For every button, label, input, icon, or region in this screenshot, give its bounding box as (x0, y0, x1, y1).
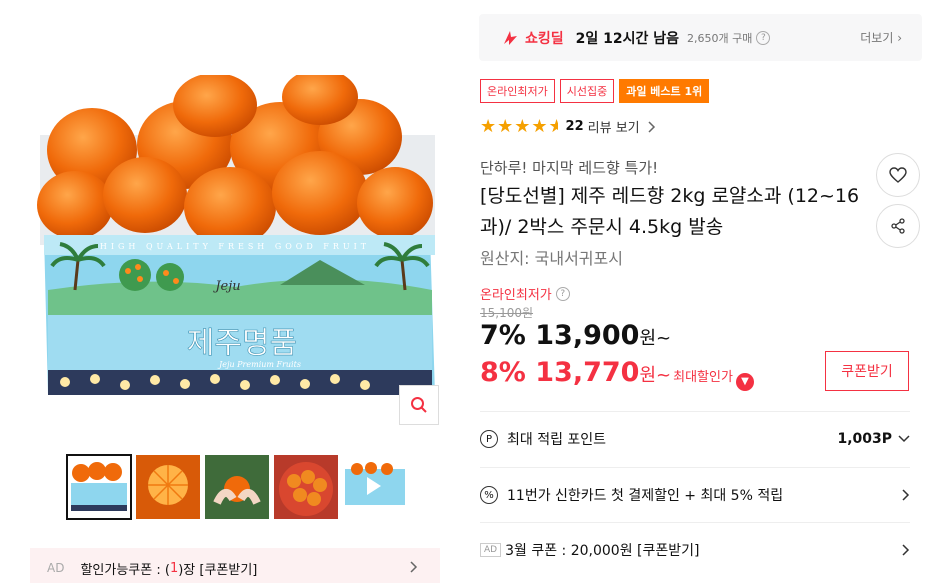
svg-text:Jeju Premium Fruits: Jeju Premium Fruits (217, 360, 301, 369)
sale-price: 7% 13,900원~ (480, 320, 671, 351)
more-link[interactable]: 더보기 › (860, 29, 902, 46)
share-button[interactable] (876, 204, 920, 248)
points-value: 1,003P (837, 431, 892, 447)
chevron-right-icon (902, 544, 910, 556)
svg-text:제주명품: 제주명품 (187, 326, 297, 361)
chevron-right-icon (902, 489, 910, 501)
review-count: 22 (565, 119, 584, 134)
thumbnail-4[interactable] (274, 455, 338, 519)
chevron-right-icon (648, 120, 655, 133)
buy-count: 2,650개 구매 (687, 31, 753, 45)
card-discount-label: 11번가 신한카드 첫 결제할인 + 최대 5% 적립 (507, 488, 784, 504)
svg-text:HIGH QUALITY FRESH GOOD FRUIT: HIGH QUALITY FRESH GOOD FRUIT (100, 242, 370, 251)
badge-fruit-best: 과일 베스트 1위 (619, 79, 710, 103)
coupon-prefix: 할인가능쿠폰 : ( (80, 562, 170, 578)
thumbnail-video[interactable] (343, 455, 407, 519)
coupon-button[interactable]: 쿠폰받기 (825, 351, 909, 391)
thumbnail-1[interactable] (66, 454, 132, 520)
chevron-down-icon (898, 435, 910, 443)
max-discount-label: 최대할인가 (673, 370, 733, 385)
thumbnail-2[interactable] (136, 455, 200, 519)
won-suffix: 원~ (639, 365, 672, 386)
badge-lowest-price: 온라인최저가 (480, 79, 555, 103)
ad-label: AD (47, 561, 65, 575)
shocking-deal-bar[interactable]: 쇼킹딜 2일 12시간 남음 2,650개 구매 ? 더보기 › (479, 14, 922, 61)
coupon-suffix: )장 [쿠폰받기] (178, 562, 258, 578)
more-label: 더보기 (860, 31, 894, 45)
lowest-price-label: 온라인최저가 ? (480, 284, 570, 303)
won-suffix: 원~ (639, 328, 672, 349)
thumbnail-3[interactable] (205, 455, 269, 519)
rating[interactable]: ★★★★★ 22 리뷰 보기 (480, 116, 656, 137)
max-discount-rate: 8% (480, 357, 526, 388)
product-origin: 원산지: 국내서귀포시 (480, 249, 623, 268)
deal-label: 쇼킹딜 (525, 30, 564, 47)
share-icon (891, 218, 905, 234)
deal-timer: 2일 12시간 남음 (575, 30, 680, 47)
star-rating-icon: ★★★★★ (480, 116, 558, 137)
points-label: 최대 적립 포인트 (507, 432, 607, 448)
max-discount-price[interactable]: 8% 13,770 원~ 최대할인가 ▼ (480, 357, 754, 391)
svg-text:Jeju: Jeju (212, 279, 240, 294)
monthly-coupon-label: 3월 쿠폰 : 20,000원 [쿠폰받기] (505, 543, 700, 559)
orange-box-illustration: HIGH QUALITY FRESH GOOD FRUIT Jeju 제주명품 … (37, 75, 435, 395)
badge-list: 온라인최저가 시선집중 과일 베스트 1위 (480, 79, 710, 103)
discount-rate: 7% (480, 320, 526, 351)
play-icon (367, 477, 381, 495)
magnifier-icon (411, 397, 427, 413)
coupon-banner[interactable]: AD 할인가능쿠폰 : ( 1 )장 [쿠폰받기] (30, 548, 440, 583)
ad-label: AD (480, 543, 502, 557)
coupon-count: 1 (169, 560, 179, 576)
badge-attention: 시선집중 (559, 79, 615, 103)
monthly-coupon-row[interactable]: AD 3월 쿠폰 : 20,000원 [쿠폰받기] (480, 522, 910, 577)
chevron-down-icon: ▼ (735, 372, 754, 391)
max-discount-price-value: 13,770 (535, 357, 640, 388)
wishlist-button[interactable] (876, 153, 920, 197)
question-icon[interactable]: ? (555, 286, 570, 301)
review-link[interactable]: 리뷰 보기 (588, 117, 640, 136)
product-subtitle: 단하루! 마지막 레드향 특가! (480, 159, 659, 177)
card-discount-row[interactable]: % 11번가 신한카드 첫 결제할인 + 최대 5% 적립 (480, 467, 910, 522)
zoom-button[interactable] (399, 385, 439, 425)
points-row[interactable]: P 최대 적립 포인트 1,003P (480, 411, 910, 466)
point-icon: P (480, 430, 498, 448)
thumbnail-strip (66, 454, 407, 520)
shocking-deal-icon (504, 30, 517, 45)
percent-icon: % (480, 486, 498, 504)
lowest-price-text: 온라인최저가 (480, 288, 552, 303)
question-icon[interactable]: ? (756, 30, 771, 45)
original-price: 15,100원 (480, 306, 534, 320)
product-main-image[interactable]: HIGH QUALITY FRESH GOOD FRUIT Jeju 제주명품 … (30, 75, 440, 425)
product-title: [당도선별] 제주 레드향 2kg 로얄소과 (12~16과)/ 2박스 주문시… (480, 185, 860, 238)
chevron-right-icon (410, 561, 418, 573)
heart-icon (889, 167, 907, 183)
sale-price-value: 13,900 (535, 320, 640, 351)
